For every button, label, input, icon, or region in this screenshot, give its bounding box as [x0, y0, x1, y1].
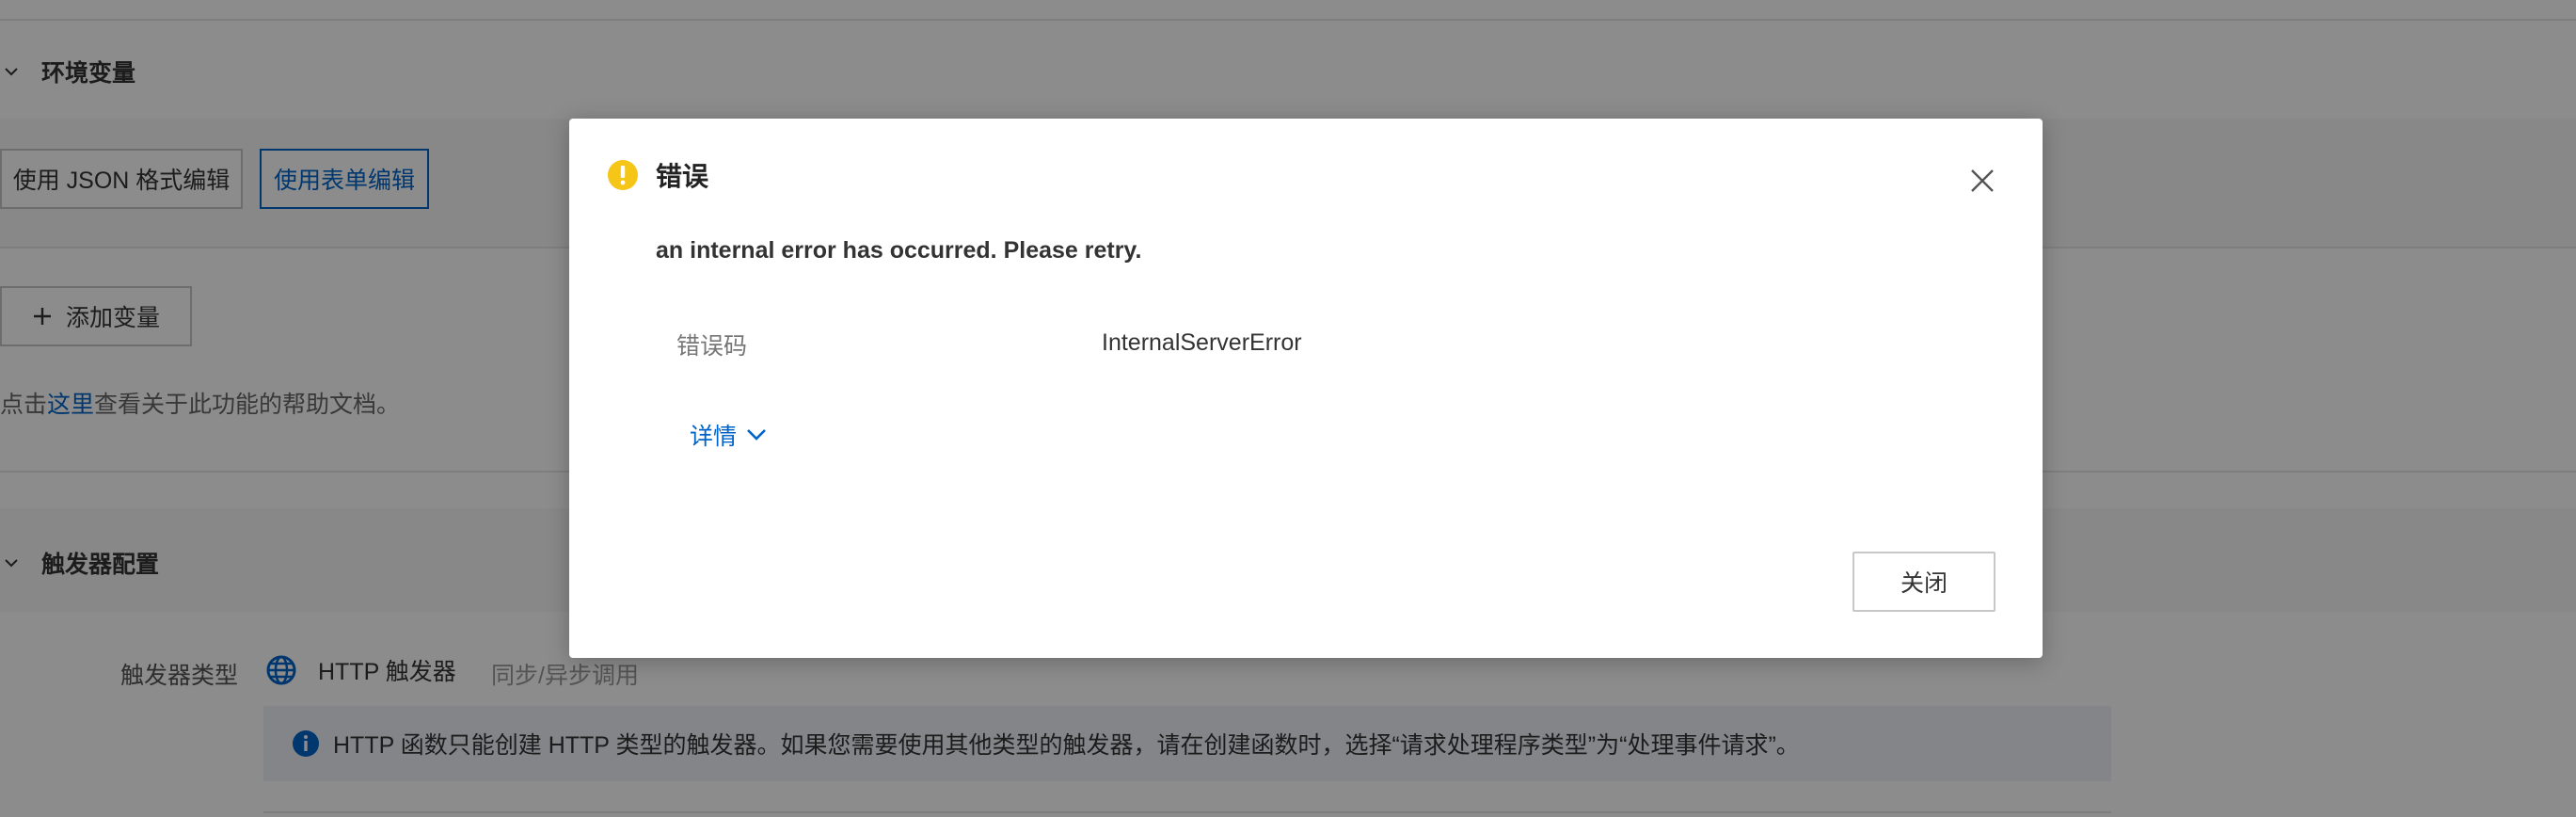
dialog-title: 错误: [656, 162, 709, 191]
page: 环境变量 使用 JSON 格式编辑 使用表单编辑 添加变量 点击这里查看关于此功…: [0, 0, 2576, 817]
error-dialog: 错误 an internal error has occurred. Pleas…: [569, 119, 2043, 658]
details-label: 详情: [690, 424, 738, 450]
error-code-label: 错误码: [676, 333, 748, 360]
close-icon[interactable]: [1965, 164, 1999, 198]
details-toggle[interactable]: 详情: [690, 418, 769, 452]
chevron-down-icon: [747, 429, 766, 441]
error-message: an internal error has occurred. Please r…: [656, 237, 1142, 264]
close-button[interactable]: 关闭: [1852, 552, 1996, 612]
close-button-label: 关闭: [1900, 570, 1948, 597]
error-code-value: InternalServerError: [1102, 329, 1302, 356]
warning-icon: [608, 160, 638, 190]
dialog-header: 错误: [607, 156, 708, 194]
